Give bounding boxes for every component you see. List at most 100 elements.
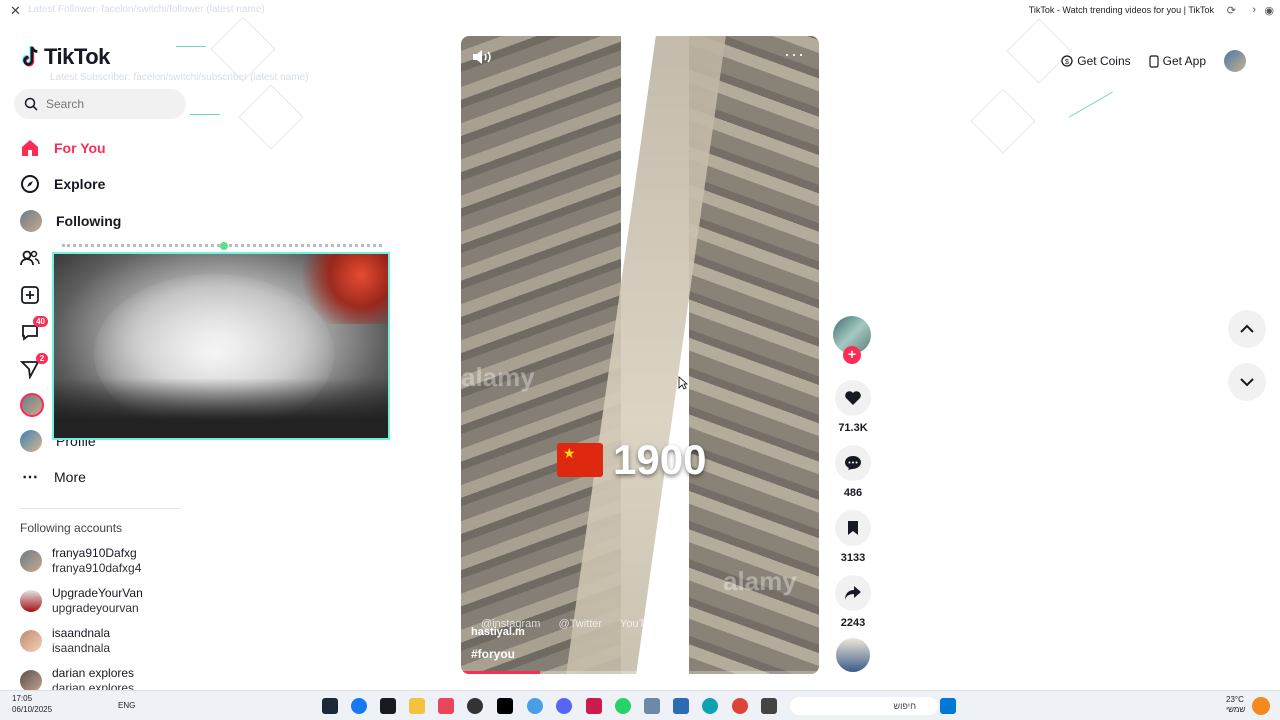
share-count: 2243 [840, 617, 866, 629]
facebook-icon[interactable] [351, 698, 367, 714]
nav-explore[interactable]: Explore [20, 172, 105, 196]
account-name: UpgradeYourVan [52, 586, 143, 600]
search-box[interactable] [14, 89, 186, 119]
nav-live[interactable] [20, 393, 44, 417]
top-right-controls: $ Get Coins Get App [1061, 50, 1246, 72]
china-flag-icon: ★ [557, 443, 603, 477]
nav-more[interactable]: ⋯ More [20, 465, 86, 489]
comment-button[interactable]: 486 [833, 445, 873, 499]
taskbar-search[interactable]: חיפוש [790, 697, 938, 715]
overlay-line [190, 114, 220, 115]
logo-text: TikTok [44, 44, 110, 69]
chrome-icon[interactable] [732, 698, 748, 714]
app-icon[interactable] [438, 698, 454, 714]
account-name: franya910Dafxg [52, 546, 137, 560]
terminal-icon[interactable] [761, 698, 777, 714]
following-account[interactable]: isaandnala isaandnala [20, 626, 110, 656]
avatar [20, 550, 42, 572]
account-handle: upgradeyourvan [52, 601, 139, 615]
whatsapp-icon[interactable] [615, 698, 631, 714]
windows-start-icon[interactable] [940, 698, 956, 714]
comment-icon [845, 456, 861, 470]
svg-text:$: $ [1065, 59, 1069, 66]
webcam-overlay [52, 252, 390, 440]
overlay-line [1069, 91, 1113, 118]
reload-icon[interactable]: ⟳ [1227, 4, 1236, 17]
following-account[interactable]: franya910Dafxg franya910dafxg4 [20, 546, 141, 576]
profile-avatar-icon [20, 430, 42, 452]
forward-icon[interactable]: › [1252, 4, 1256, 16]
nav-label: More [54, 469, 86, 485]
friends-icon [20, 248, 40, 268]
user-avatar[interactable] [1224, 50, 1246, 72]
following-account[interactable]: UpgradeYourVan upgradeyourvan [20, 586, 143, 616]
follow-plus-button[interactable]: + [843, 346, 861, 364]
nav-upload[interactable] [20, 283, 40, 307]
upload-plus-icon [20, 285, 40, 305]
nav-friends[interactable] [20, 246, 40, 270]
like-count: 71.3K [838, 422, 868, 434]
divider [20, 508, 180, 509]
stream-overlay-text: Latest Follower: facelon/switchi/followe… [28, 4, 265, 15]
nav-messages[interactable]: 2 [20, 353, 48, 381]
share-button[interactable]: 2243 [833, 575, 873, 629]
app-icon[interactable] [527, 698, 543, 714]
overlay-star-diamond [238, 84, 304, 150]
year-text: 1900 [613, 436, 707, 483]
app-icon[interactable] [673, 698, 689, 714]
extension-icon[interactable]: ◉ [1264, 4, 1274, 17]
steam-alt-icon[interactable] [380, 698, 396, 714]
video-hashtag[interactable]: #foryou [471, 647, 515, 661]
like-button[interactable]: 71.3K [833, 380, 873, 434]
save-button[interactable]: 3133 [833, 510, 873, 564]
messages-badge: 2 [36, 353, 48, 364]
weather-widget[interactable]: 23°C שמשי [1226, 695, 1245, 715]
volume-icon[interactable] [471, 48, 493, 66]
app-icon[interactable] [586, 698, 602, 714]
chevron-down-icon [1240, 378, 1254, 387]
more-options-icon[interactable]: ··· [784, 44, 805, 65]
youtube-handle: YouTube [620, 618, 664, 630]
avatar [20, 670, 42, 692]
home-icon [20, 138, 40, 158]
close-tab-icon[interactable]: ✕ [10, 3, 21, 19]
account-name: isaandnala [52, 626, 111, 640]
nav-label: Following [56, 213, 122, 229]
account-handle: franya910dafxg4 [52, 561, 142, 575]
account-name: darian explores [52, 666, 135, 680]
obs-icon[interactable] [467, 698, 483, 714]
get-app-label: Get App [1162, 54, 1206, 68]
following-accounts-title: Following accounts [20, 521, 123, 535]
sound-avatar[interactable] [836, 638, 870, 672]
previous-video-button[interactable] [1228, 310, 1266, 348]
language-indicator[interactable]: ENG [118, 701, 135, 710]
notification-icon[interactable] [1252, 697, 1270, 715]
tiktok-app-icon[interactable] [497, 698, 513, 714]
windows-taskbar: 17:05 06/10/2025 ENG חיפוש 23°C שמשי [0, 690, 1280, 720]
nav-activity[interactable]: 40 [20, 316, 48, 344]
video-player[interactable]: ··· alamy alamy ★ 1900 @instagram @Twitt… [461, 36, 819, 674]
clock-time: 17:05 [12, 694, 33, 703]
overlay-line [176, 46, 206, 47]
get-app-button[interactable]: Get App [1149, 54, 1206, 68]
steam-icon[interactable] [322, 698, 338, 714]
tab-title: TikTok - Watch trending videos for you |… [1028, 5, 1214, 15]
get-coins-label: Get Coins [1077, 54, 1131, 68]
video-author[interactable]: hastiyal.m [471, 626, 525, 638]
edge-icon[interactable] [702, 698, 718, 714]
more-dots-icon: ⋯ [22, 469, 38, 486]
weather-condition: שמשי [1226, 705, 1246, 714]
stream-overlay-text: Latest Subscriber: facelon/switchi/subsc… [50, 72, 309, 83]
video-progress-bar[interactable] [461, 671, 819, 674]
overlay-dotted-line [62, 242, 382, 250]
next-video-button[interactable] [1228, 363, 1266, 401]
calculator-icon[interactable] [644, 698, 660, 714]
get-coins-button[interactable]: $ Get Coins [1061, 54, 1131, 68]
nav-for-you[interactable]: For You [20, 136, 106, 160]
discord-icon[interactable] [556, 698, 572, 714]
clock[interactable]: 17:05 06/10/2025 [12, 693, 52, 715]
search-input[interactable] [46, 97, 166, 111]
tiktok-logo[interactable]: TikTok [20, 44, 110, 70]
nav-following[interactable]: Following [20, 209, 121, 233]
file-explorer-icon[interactable] [409, 698, 425, 714]
